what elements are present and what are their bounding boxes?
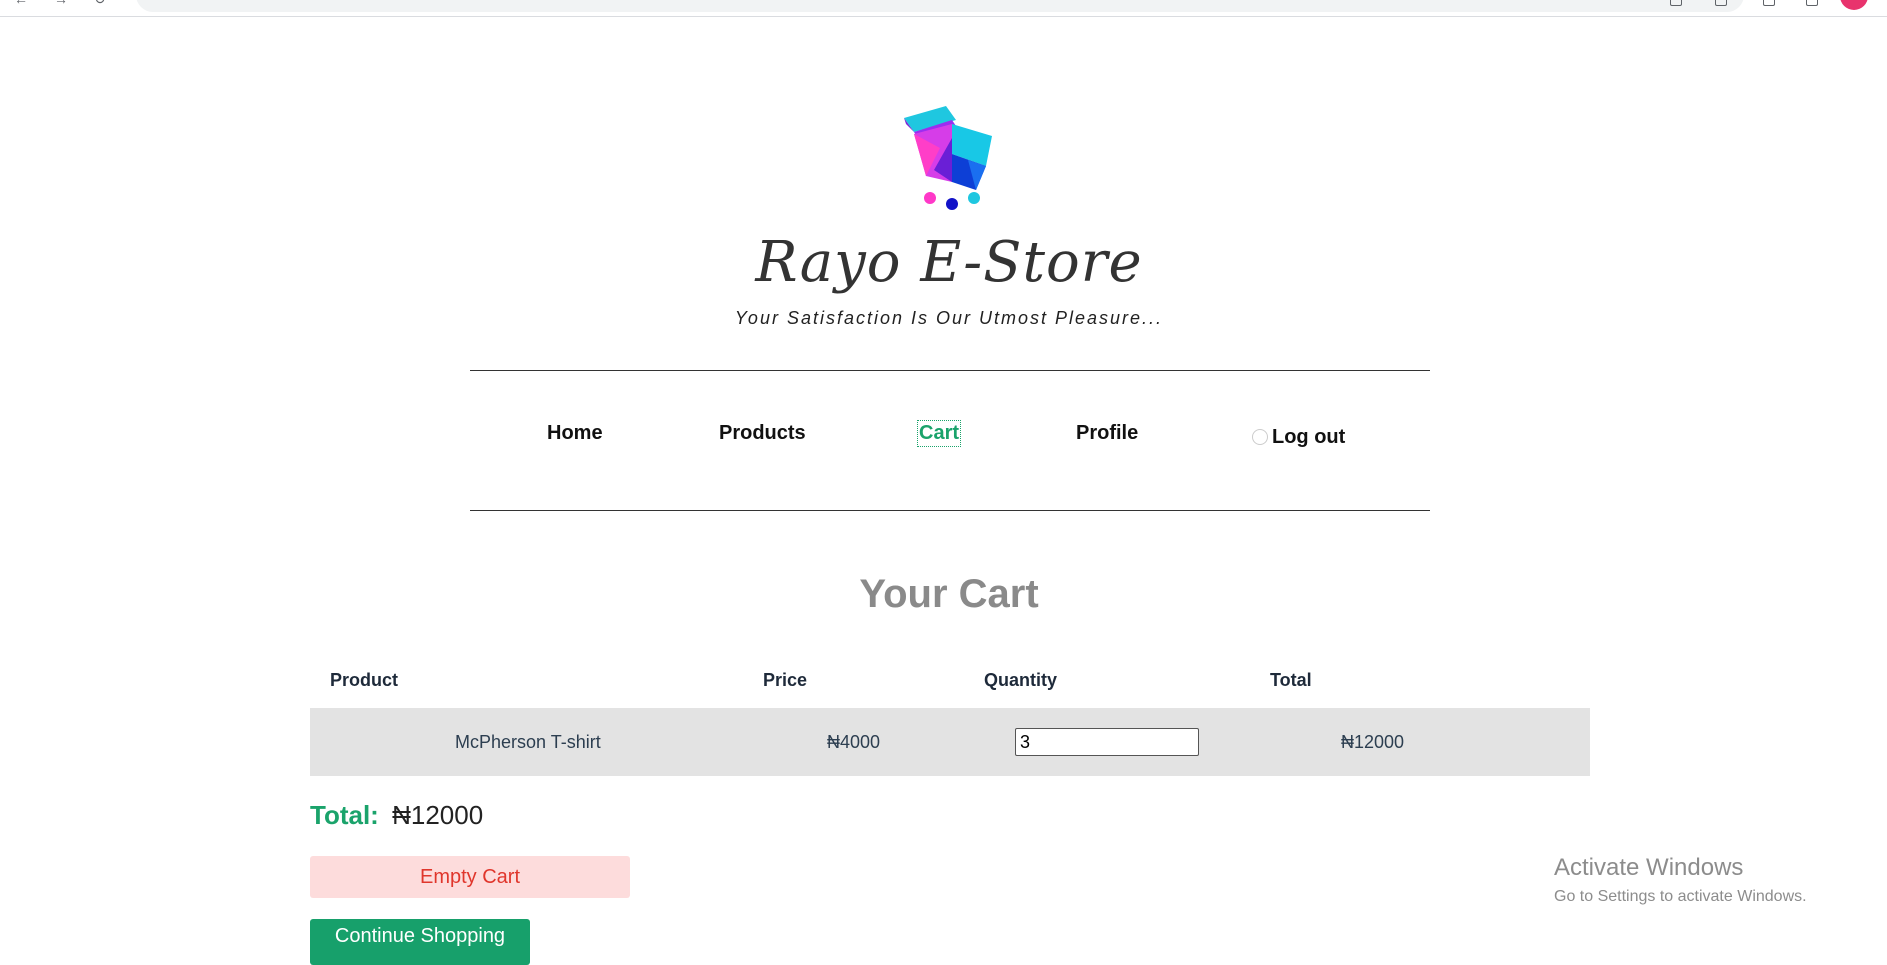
watermark-subtitle: Go to Settings to activate Windows. bbox=[1554, 888, 1807, 905]
table-row: McPherson T-shirt ₦4000 ₦12000 bbox=[310, 708, 1590, 776]
windows-activation-watermark: Activate Windows Go to Settings to activ… bbox=[1554, 854, 1807, 906]
site-tagline: Your Satisfaction Is Our Utmost Pleasure… bbox=[734, 308, 1164, 328]
nav-home-link[interactable]: Home bbox=[547, 422, 603, 445]
column-header-total: Total bbox=[1270, 670, 1312, 690]
nav-profile-link[interactable]: Profile bbox=[1076, 422, 1138, 445]
shopping-cart-logo-icon bbox=[904, 106, 992, 210]
logout-icon bbox=[1252, 429, 1268, 445]
column-header-quantity: Quantity bbox=[984, 670, 1058, 690]
column-header-product: Product bbox=[330, 670, 399, 690]
bookmark-star-icon[interactable] bbox=[1715, 0, 1727, 6]
nav-logout-label: Log out bbox=[1272, 426, 1346, 448]
nav-cart-link[interactable]: Cart bbox=[916, 420, 962, 447]
cart-item-total: ₦12000 bbox=[1341, 732, 1405, 752]
cart-grand-total: Total: ₦12000 bbox=[310, 800, 483, 831]
grand-total-value: ₦12000 bbox=[392, 800, 484, 830]
nav-bottom-divider bbox=[470, 510, 1430, 511]
cart-table: Product Price Quantity Total McPherson T… bbox=[310, 658, 1590, 776]
main-nav: Home Products Cart Profile Log out bbox=[470, 420, 1430, 458]
reload-icon[interactable]: ↻ bbox=[94, 0, 108, 6]
sidebar-icon[interactable] bbox=[1806, 0, 1818, 6]
address-bar[interactable] bbox=[136, 0, 1744, 12]
cart-item-price: ₦4000 bbox=[827, 732, 881, 752]
share-icon[interactable] bbox=[1670, 0, 1682, 6]
site-title: Rayo E-Store bbox=[755, 230, 1143, 295]
nav-top-divider bbox=[470, 370, 1430, 371]
grand-total-label: Total: bbox=[310, 800, 379, 830]
browser-toolbar: ← → ↻ bbox=[0, 0, 1887, 17]
profile-avatar[interactable] bbox=[1840, 0, 1868, 10]
cart-heading: Your Cart bbox=[859, 572, 1039, 616]
extensions-icon[interactable] bbox=[1763, 0, 1775, 6]
quantity-input[interactable] bbox=[1015, 728, 1199, 756]
nav-logout-link[interactable]: Log out bbox=[1252, 426, 1345, 449]
watermark-title: Activate Windows bbox=[1554, 854, 1744, 881]
nav-products-link[interactable]: Products bbox=[719, 422, 806, 445]
back-icon[interactable]: ← bbox=[14, 0, 28, 6]
cart-table-header: Product Price Quantity Total bbox=[310, 658, 1590, 708]
column-header-price: Price bbox=[763, 670, 808, 690]
forward-icon[interactable]: → bbox=[54, 0, 68, 6]
continue-shopping-button[interactable]: Continue Shopping bbox=[310, 919, 530, 965]
cart-item-product: McPherson T-shirt bbox=[455, 732, 601, 752]
empty-cart-button[interactable]: Empty Cart bbox=[310, 856, 630, 898]
